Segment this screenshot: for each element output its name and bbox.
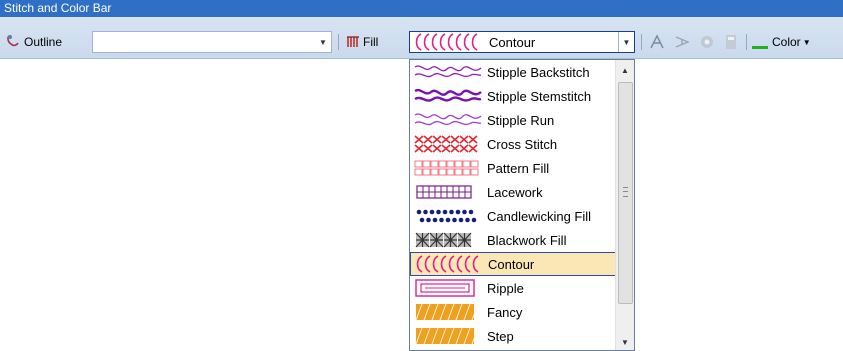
list-item-label: Cross Stitch	[487, 136, 558, 152]
list-item[interactable]: Stipple Backstitch	[410, 60, 617, 84]
gear-icon	[698, 33, 716, 51]
list-item-label: Step	[487, 328, 514, 344]
fill-dropdown-list[interactable]: Stipple Backstitch Stipple Stemstitch Stip…	[409, 59, 635, 351]
stipple-run-icon	[414, 113, 482, 126]
list-item-label: Stipple Backstitch	[487, 64, 590, 80]
contour-icon	[416, 255, 479, 273]
blackwork-icon	[415, 232, 472, 248]
list-item[interactable]: Cross Stitch	[410, 132, 617, 156]
candlewicking-icon	[416, 209, 477, 223]
fancy-icon	[415, 303, 479, 321]
color-label: Color	[772, 35, 801, 49]
pattern-fill-icon	[414, 160, 479, 176]
contour-icon	[415, 33, 478, 51]
scroll-up-icon[interactable]: ▲	[616, 62, 634, 78]
separator	[746, 34, 747, 50]
list-item-label: Stipple Run	[487, 112, 555, 128]
scrollbar[interactable]: ▲ ▼	[615, 60, 634, 350]
ripple-icon	[415, 279, 475, 297]
calculator-icon	[722, 33, 740, 51]
window-title: Stitch and Color Bar	[0, 0, 843, 17]
list-item-label: Ripple	[487, 280, 524, 296]
list-item[interactable]: Stipple Run	[410, 108, 617, 132]
list-item-label: Pattern Fill	[487, 160, 550, 176]
reshape-icon[interactable]	[673, 33, 691, 51]
list-item[interactable]: Contour	[410, 252, 617, 276]
list-item-label: Blackwork Fill	[487, 232, 567, 248]
stitch-color-toolbar: Outline ▼ Fill Contour ▼ Color ▼	[0, 17, 843, 59]
separator	[338, 34, 339, 50]
lacework-icon	[416, 185, 472, 199]
list-item[interactable]: Pattern Fill	[410, 156, 617, 180]
fill-combo[interactable]: Contour ▼	[409, 31, 635, 53]
fill-icon	[346, 34, 360, 51]
fill-label: Fill	[363, 35, 379, 49]
list-item[interactable]: Stipple Stemstitch	[410, 84, 617, 108]
stipple-backstitch-icon	[414, 65, 482, 78]
list-item[interactable]: Candlewicking Fill	[410, 204, 617, 228]
list-item[interactable]: Step	[410, 324, 617, 348]
list-item[interactable]: Fancy	[410, 300, 617, 324]
separator	[641, 34, 642, 50]
outline-label: Outline	[24, 35, 63, 49]
list-item-label: Lacework	[487, 184, 543, 200]
outline-combo[interactable]: ▼	[92, 31, 332, 53]
stipple-stemstitch-icon	[414, 88, 482, 102]
list-item-label: Fancy	[487, 304, 523, 320]
fill-combo-value: Contour	[413, 33, 535, 51]
scroll-thumb[interactable]	[618, 82, 633, 304]
outline-icon	[6, 34, 20, 51]
list-item[interactable]: Blackwork Fill	[410, 228, 617, 252]
list-item-label: Candlewicking Fill	[487, 208, 592, 224]
step-icon	[415, 327, 479, 345]
cross-stitch-icon	[414, 135, 478, 153]
fill-options: Stipple Backstitch Stipple Stemstitch Stip…	[410, 60, 617, 348]
outline-button[interactable]: Outline	[6, 31, 90, 53]
color-swatch	[752, 45, 768, 49]
chevron-down-icon[interactable]: ▼	[315, 32, 331, 52]
chevron-down-icon: ▼	[802, 37, 811, 47]
list-item-label: Contour	[488, 256, 535, 272]
scroll-down-icon[interactable]: ▼	[616, 334, 634, 350]
list-item[interactable]: Lacework	[410, 180, 617, 204]
stitch-angle-icon[interactable]	[648, 33, 666, 51]
list-item[interactable]: Ripple	[410, 276, 617, 300]
chevron-down-icon[interactable]: ▼	[618, 32, 634, 52]
list-item-label: Stipple Stemstitch	[487, 88, 592, 104]
fill-button[interactable]: Fill	[346, 31, 406, 53]
fill-combo-text: Contour	[489, 34, 536, 50]
color-button[interactable]: Color ▼	[752, 31, 811, 53]
